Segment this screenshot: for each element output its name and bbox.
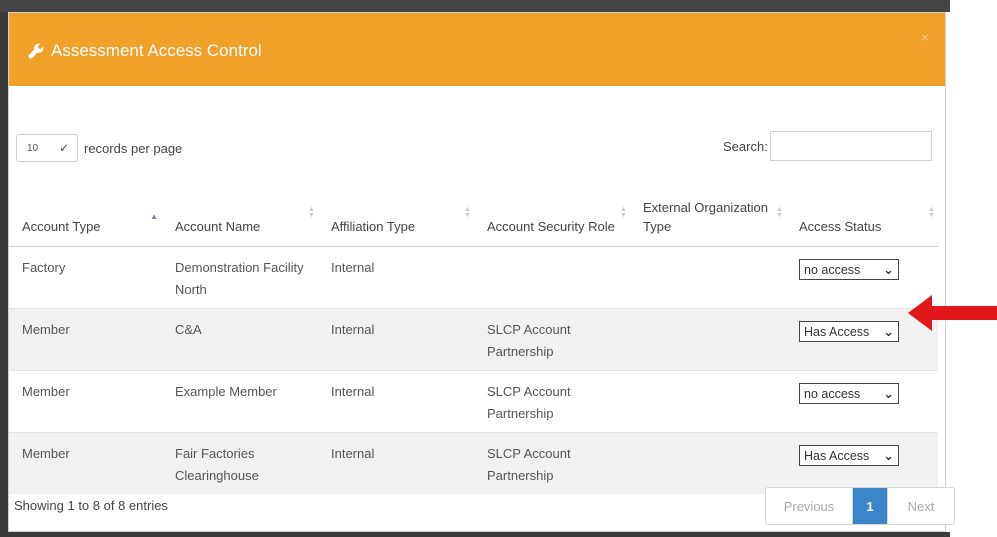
sort-icon: ▲ ▼ [464, 206, 471, 219]
backdrop [0, 0, 8, 537]
search-label: Search: [723, 138, 768, 154]
next-page-button[interactable]: Next [887, 488, 954, 524]
modal-title: Assessment Access Control [27, 39, 262, 63]
cell-affiliation: Internal [318, 370, 474, 433]
access-status-select[interactable]: no access ⌄ [799, 383, 899, 404]
access-status-value: Has Access [804, 448, 870, 463]
chevron-down-icon: ⌄ [883, 447, 894, 463]
cell-affiliation: Internal [318, 246, 474, 309]
table-info: Showing 1 to 8 of 8 entries [14, 498, 168, 513]
chevron-down-icon: ✓ [58, 141, 69, 155]
wrench-icon [28, 43, 44, 59]
page-length-value: 10 [27, 142, 39, 154]
sort-icon: ▲ ▼ [308, 206, 315, 219]
sort-icon: ▲ ▼ [776, 206, 783, 219]
backdrop [0, 532, 950, 537]
column-label: Access Status [799, 219, 882, 234]
column-header-account-type[interactable]: Account Type ▲ [9, 179, 162, 247]
assessment-access-modal: Assessment Access Control × 10 ✓ records… [8, 12, 955, 532]
cell-affiliation: Internal [318, 308, 474, 371]
previous-page-button[interactable]: Previous [766, 488, 853, 524]
modal-header: Assessment Access Control × [9, 13, 945, 86]
access-status-select[interactable]: no access ⌄ [799, 259, 899, 280]
cell-account-type: Factory [9, 246, 162, 309]
sort-icon: ▲ [150, 212, 158, 221]
cell-ext-org [630, 432, 786, 494]
chevron-down-icon: ⌄ [883, 385, 894, 401]
access-status-value: Has Access [804, 324, 870, 339]
cell-ext-org [630, 308, 786, 371]
cell-ext-org [630, 246, 786, 309]
table-row: Factory Demonstration Facility North Int… [9, 246, 938, 309]
column-label: Account Type [22, 219, 101, 234]
cell-account-type: Member [9, 370, 162, 433]
page-length-select[interactable]: 10 ✓ [16, 134, 78, 162]
backdrop [0, 0, 950, 12]
chevron-down-icon: ⌄ [883, 323, 894, 339]
sort-icon: ▲ ▼ [620, 206, 627, 219]
search-control: Search: [723, 131, 932, 161]
cell-account-name: C&A [162, 308, 318, 371]
cell-affiliation: Internal [318, 432, 474, 494]
red-arrow-annotation [908, 295, 997, 331]
cell-account-type: Member [9, 432, 162, 494]
cell-account-name: Example Member [162, 370, 318, 433]
modal-title-text: Assessment Access Control [51, 41, 262, 60]
search-input[interactable] [769, 131, 932, 161]
column-header-account-name[interactable]: Account Name ▲ ▼ [162, 179, 318, 247]
cell-account-name: Demonstration Facility North [162, 246, 318, 309]
cell-account-type: Member [9, 308, 162, 371]
access-status-select[interactable]: Has Access ⌄ [799, 445, 899, 466]
cell-account-name: Fair Factories Clearinghouse [162, 432, 318, 494]
column-header-security-role[interactable]: Account Security Role ▲ ▼ [474, 179, 630, 247]
column-header-affiliation-type[interactable]: Affiliation Type ▲ ▼ [318, 179, 474, 247]
cell-role [474, 246, 630, 309]
column-label: Account Security Role [487, 219, 615, 234]
close-icon[interactable]: × [921, 29, 929, 45]
pagination: Previous 1 Next [765, 487, 955, 525]
table-row: Member Example Member Internal SLCP Acco… [9, 370, 938, 433]
cell-role: SLCP Account Partnership [474, 370, 630, 433]
cell-role: SLCP Account Partnership [474, 308, 630, 371]
cell-status: no access ⌄ [786, 370, 938, 433]
access-status-value: no access [804, 386, 861, 401]
cell-ext-org [630, 370, 786, 433]
table-row: Member Fair Factories Clearinghouse Inte… [9, 432, 938, 494]
access-table: Account Type ▲ Account Name ▲ ▼ Affiliati… [9, 179, 938, 494]
column-label: Account Name [175, 219, 261, 234]
page-1-button[interactable]: 1 [853, 488, 887, 524]
column-label: External Organization Type [643, 200, 769, 234]
column-header-external-org-type[interactable]: External Organization Type ▲ ▼ [630, 179, 786, 247]
chevron-down-icon: ⌄ [883, 261, 894, 277]
sort-icon: ▲ ▼ [928, 206, 935, 219]
cell-role: SLCP Account Partnership [474, 432, 630, 494]
cell-status: Has Access ⌄ [786, 432, 938, 494]
page-length-control: 10 ✓ records per page [16, 134, 182, 162]
access-status-value: no access [804, 262, 861, 277]
column-header-access-status[interactable]: Access Status ▲ ▼ [786, 179, 938, 247]
table-row: Member C&A Internal SLCP Account Partner… [9, 308, 938, 371]
page-length-label: records per page [84, 140, 183, 156]
column-label: Affiliation Type [331, 219, 416, 234]
table-header-row: Account Type ▲ Account Name ▲ ▼ Affiliati… [9, 179, 938, 247]
access-status-select[interactable]: Has Access ⌄ [799, 321, 899, 342]
